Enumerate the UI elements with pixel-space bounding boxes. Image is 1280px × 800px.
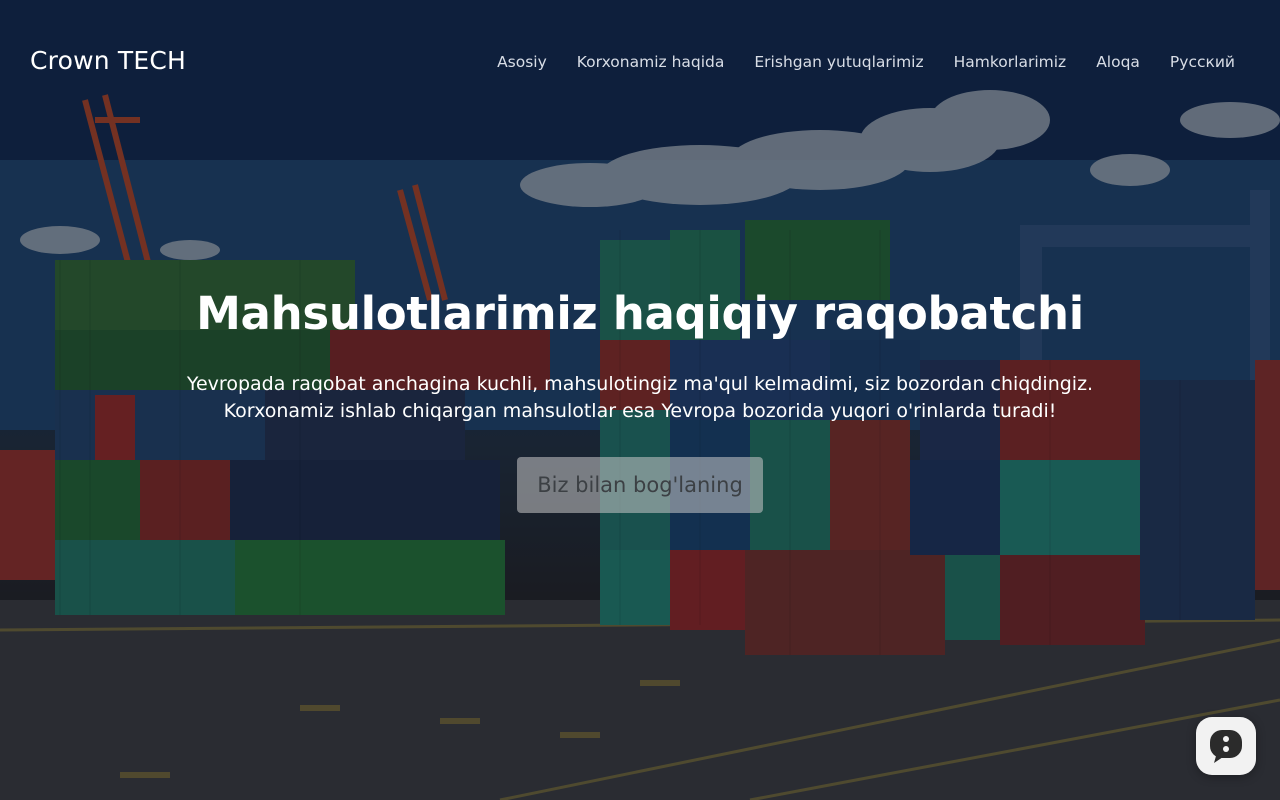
- hero-title: Mahsulotlarimiz haqiqiy raqobatchi: [196, 287, 1084, 340]
- top-navbar: Crown TECH Asosiy Korxonamiz haqida Eris…: [0, 0, 1280, 126]
- nav-link-hamkorlarimiz[interactable]: Hamkorlarimiz: [954, 53, 1067, 71]
- nav-item-asosiy: Asosiy: [497, 52, 547, 71]
- nav-link-erishgan-yutuqlarimiz[interactable]: Erishgan yutuqlarimiz: [754, 53, 923, 71]
- hero-description: Yevropada raqobat anchagina kuchli, mahs…: [160, 371, 1120, 425]
- nav-link-korxonamiz-haqida[interactable]: Korxonamiz haqida: [577, 53, 725, 71]
- nav-link-asosiy[interactable]: Asosiy: [497, 53, 547, 71]
- nav-item-erishgan-yutuqlarimiz: Erishgan yutuqlarimiz: [754, 52, 923, 71]
- language-switch-russian[interactable]: Русский: [1170, 53, 1235, 71]
- nav-link-aloqa[interactable]: Aloqa: [1096, 53, 1140, 71]
- contact-us-button[interactable]: Biz bilan bog'laning: [517, 457, 763, 513]
- brand-logo-link[interactable]: Crown TECH: [30, 46, 186, 75]
- chat-widget-button[interactable]: [1196, 717, 1256, 775]
- hero-content: Mahsulotlarimiz haqiqiy raqobatchi Yevro…: [0, 285, 1280, 513]
- nav-item-language-russian: Русский: [1170, 52, 1235, 71]
- nav-item-hamkorlarimiz: Hamkorlarimiz: [954, 52, 1067, 71]
- chat-bubble-icon: [1210, 730, 1242, 763]
- hero-description-line-2: Korxonamiz ishlab chiqargan mahsulotlar …: [223, 400, 1057, 422]
- nav-menu: Asosiy Korxonamiz haqida Erishgan yutuql…: [497, 52, 1235, 71]
- nav-item-aloqa: Aloqa: [1096, 52, 1140, 71]
- nav-item-korxonamiz-haqida: Korxonamiz haqida: [577, 52, 725, 71]
- hero-section: Crown TECH Asosiy Korxonamiz haqida Eris…: [0, 0, 1280, 800]
- hero-description-line-1: Yevropada raqobat anchagina kuchli, mahs…: [186, 373, 1094, 395]
